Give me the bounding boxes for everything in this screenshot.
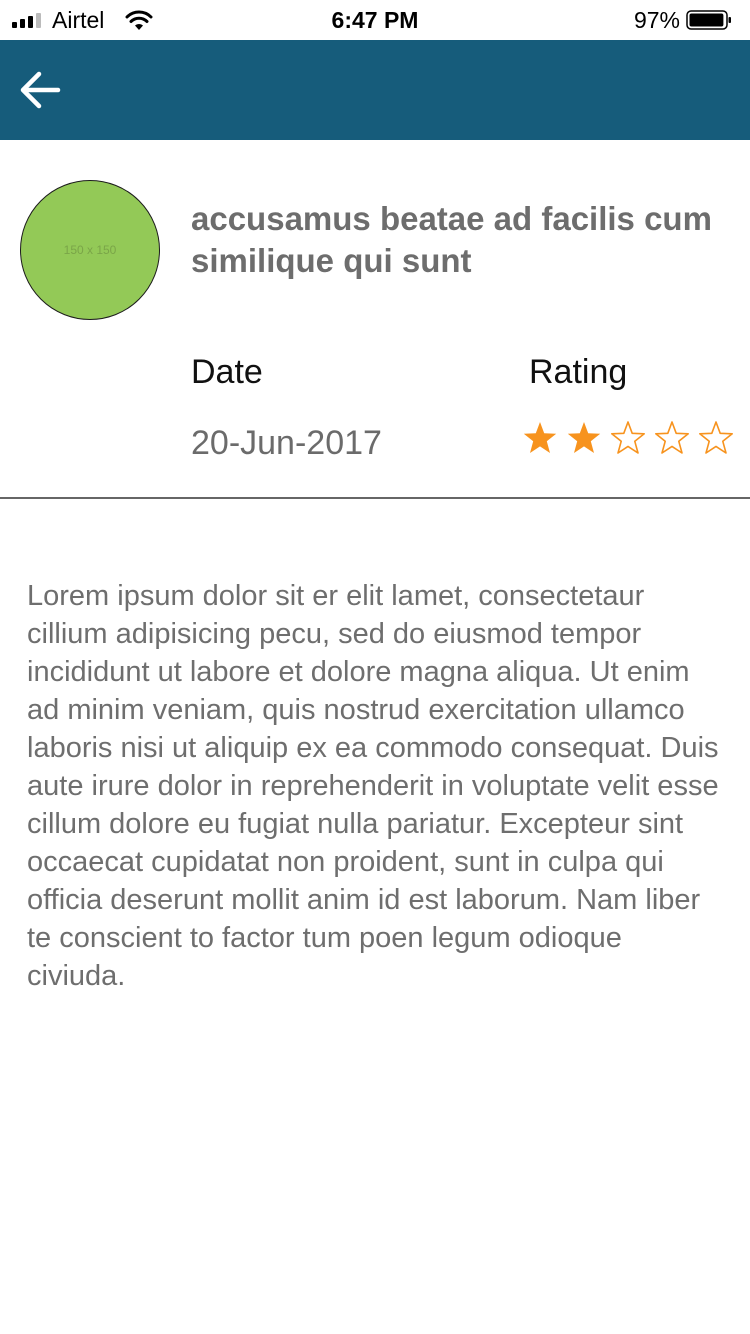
back-button[interactable] (14, 64, 68, 116)
date-label: Date (191, 353, 263, 391)
star-filled-icon (523, 422, 557, 453)
divider (0, 497, 750, 499)
star-empty-icon (698, 421, 734, 454)
item-title: accusamus beatae ad facilis cum similiqu… (191, 200, 712, 279)
rating-label: Rating (529, 353, 628, 391)
star-filled-icon (567, 422, 601, 453)
battery-percent: 97% (633, 7, 680, 33)
star-empty-icon (610, 421, 646, 454)
avatar: 150 x 150 (20, 180, 160, 320)
arrow-left-icon (20, 71, 61, 109)
status-bar: Airtel 6:47 PM 97% (0, 0, 750, 40)
star-empty-icon (654, 421, 690, 454)
battery-icon (686, 10, 731, 30)
star-rating (522, 420, 734, 456)
description-text: Lorem ipsum dolor sit er elit lamet, con… (27, 580, 719, 992)
date-value: 20-Jun-2017 (191, 424, 382, 462)
app-header (0, 40, 750, 140)
avatar-placeholder-label: 150 x 150 (63, 243, 117, 257)
